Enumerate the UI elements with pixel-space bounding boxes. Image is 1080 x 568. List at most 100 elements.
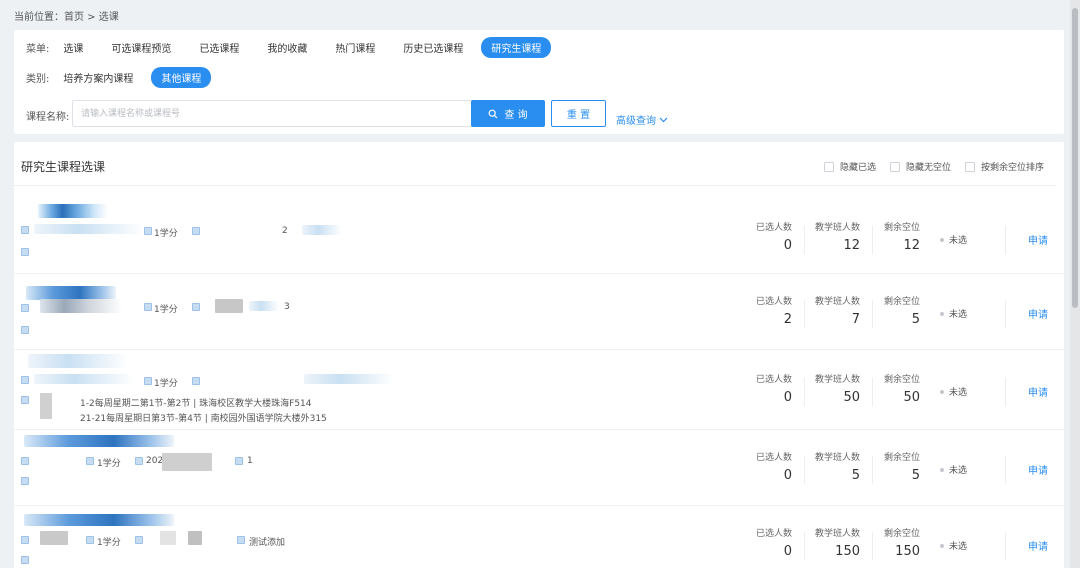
selected-count-label: 已选人数 xyxy=(755,223,792,233)
apply-link[interactable]: 申请 xyxy=(1028,306,1048,321)
stat-divider xyxy=(1005,226,1006,254)
info-icon xyxy=(21,536,29,544)
class-icon xyxy=(235,457,243,465)
credit-icon xyxy=(144,227,152,235)
menu-item-preview[interactable]: 可选课程预览 xyxy=(101,37,181,58)
list-options: 隐藏已选 隐藏无空位 按剩余空位排序 xyxy=(823,160,1044,173)
selected-count: 已选人数 0 xyxy=(742,372,792,405)
menu-item-history[interactable]: 历史已选课程 xyxy=(393,37,473,58)
course-meta-redacted xyxy=(304,374,394,384)
info-icon xyxy=(21,304,29,312)
selection-status: 未选 xyxy=(940,463,967,476)
advanced-query-link[interactable]: 高级查询 xyxy=(616,112,668,127)
apply-link[interactable]: 申请 xyxy=(1028,462,1048,477)
selection-status: 未选 xyxy=(940,385,967,398)
remaining-seats: 剩余空位 12 xyxy=(870,220,920,253)
page-scrollbar[interactable] xyxy=(1070,0,1080,568)
stat-divider xyxy=(1005,456,1006,484)
hide-selected-label: 隐藏已选 xyxy=(839,163,876,173)
course-meta-redacted xyxy=(162,453,212,471)
teacher-icon xyxy=(192,377,200,385)
apply-link[interactable]: 申请 xyxy=(1028,384,1048,399)
course-row: 1学分 测试添加 已选人数 0 教学班人数 150 剩余空位 150 未选 申请 xyxy=(14,506,1064,568)
teacher-icon xyxy=(135,536,143,544)
category-item-other[interactable]: 其他课程 xyxy=(151,67,212,88)
status-dot xyxy=(940,543,944,548)
selection-status: 未选 xyxy=(940,233,967,246)
stat-divider xyxy=(804,532,805,560)
credit-icon xyxy=(144,377,152,385)
class-capacity: 教学班人数 5 xyxy=(810,450,860,483)
credit-icon xyxy=(86,536,94,544)
stat-divider xyxy=(1005,378,1006,406)
course-search-input[interactable] xyxy=(73,101,471,126)
menu-item-graduate[interactable]: 研究生课程 xyxy=(481,37,552,58)
status-label: 未选 xyxy=(949,310,968,320)
search-icon xyxy=(489,109,498,118)
stat-divider xyxy=(1005,300,1006,328)
class-capacity: 教学班人数 7 xyxy=(810,294,860,327)
course-code-redacted xyxy=(40,299,122,313)
status-dot xyxy=(940,467,944,472)
course-row: 1学分 1-2每周星期二第1节-第2节 | 珠海校区教学大楼珠海F514 21-… xyxy=(14,350,1064,430)
remaining-seats: 剩余空位 150 xyxy=(870,526,920,559)
hide-full-checkbox[interactable] xyxy=(889,161,900,172)
info-icon xyxy=(21,226,29,234)
info-icon xyxy=(21,376,29,384)
stat-divider xyxy=(804,300,805,328)
category-item-plan[interactable]: 培养方案内课程 xyxy=(53,67,143,88)
sort-remaining-checkbox[interactable] xyxy=(964,161,975,172)
teacher-redacted xyxy=(160,531,176,545)
hide-full-option[interactable]: 隐藏无空位 xyxy=(889,160,951,173)
course-name-label: 课程名称: xyxy=(26,112,70,123)
selected-count-label: 已选人数 xyxy=(755,297,792,307)
hide-full-label: 隐藏无空位 xyxy=(905,163,951,173)
selected-count: 已选人数 0 xyxy=(742,450,792,483)
class-capacity-value: 150 xyxy=(835,544,860,559)
selected-count-value: 0 xyxy=(783,390,792,405)
course-credit: 1学分 xyxy=(154,379,178,389)
category-row: 类别: 培养方案内课程 其他课程 xyxy=(26,67,219,88)
selected-count-label: 已选人数 xyxy=(755,375,792,385)
note-icon xyxy=(237,536,245,544)
sort-remaining-label: 按剩余空位排序 xyxy=(980,163,1044,173)
menu-label: 菜单: xyxy=(26,44,50,55)
filter-panel: 菜单: 选课 可选课程预览 已选课程 我的收藏 热门课程 历史已选课程 研究生课… xyxy=(14,30,1064,134)
class-capacity-value: 12 xyxy=(843,238,860,253)
chevron-down-icon xyxy=(659,117,668,122)
selected-count: 已选人数 2 xyxy=(742,294,792,327)
remaining-seats-label: 剩余空位 xyxy=(883,453,920,463)
hide-selected-checkbox[interactable] xyxy=(823,161,834,172)
class-capacity-value: 5 xyxy=(851,468,860,483)
sort-remaining-option[interactable]: 按剩余空位排序 xyxy=(964,160,1044,173)
course-meta-extra: 2 xyxy=(282,226,288,236)
schedule-redacted xyxy=(40,393,52,419)
status-label: 未选 xyxy=(949,542,968,552)
apply-link[interactable]: 申请 xyxy=(1028,232,1048,247)
remaining-seats-value: 5 xyxy=(911,312,920,327)
course-code-redacted xyxy=(34,374,134,384)
status-dot xyxy=(940,389,944,394)
stat-divider xyxy=(804,226,805,254)
course-row: 1学分 2 已选人数 0 教学班人数 12 剩余空位 12 未选 申请 xyxy=(14,186,1064,274)
query-button[interactable]: 查 询 xyxy=(471,100,545,127)
course-title-redacted xyxy=(28,354,128,368)
query-button-label: 查 询 xyxy=(504,110,528,121)
scrollbar-thumb[interactable] xyxy=(1072,8,1078,308)
class-capacity-value: 7 xyxy=(851,312,860,327)
menu-item-favorites[interactable]: 我的收藏 xyxy=(257,37,317,58)
remaining-seats: 剩余空位 5 xyxy=(870,450,920,483)
apply-link[interactable]: 申请 xyxy=(1028,538,1048,553)
reset-button[interactable]: 重 置 xyxy=(551,100,606,127)
course-meta-redacted xyxy=(302,225,342,235)
class-capacity: 教学班人数 12 xyxy=(810,220,860,253)
schedule-icon xyxy=(21,396,29,404)
class-capacity: 教学班人数 150 xyxy=(810,526,860,559)
menu-item-selected[interactable]: 已选课程 xyxy=(189,37,249,58)
course-title-redacted xyxy=(24,514,174,526)
menu-item-select[interactable]: 选课 xyxy=(53,37,93,58)
menu-item-hot[interactable]: 热门课程 xyxy=(325,37,385,58)
class-capacity-label: 教学班人数 xyxy=(814,223,860,233)
stat-divider xyxy=(1005,532,1006,560)
hide-selected-option[interactable]: 隐藏已选 xyxy=(823,160,876,173)
